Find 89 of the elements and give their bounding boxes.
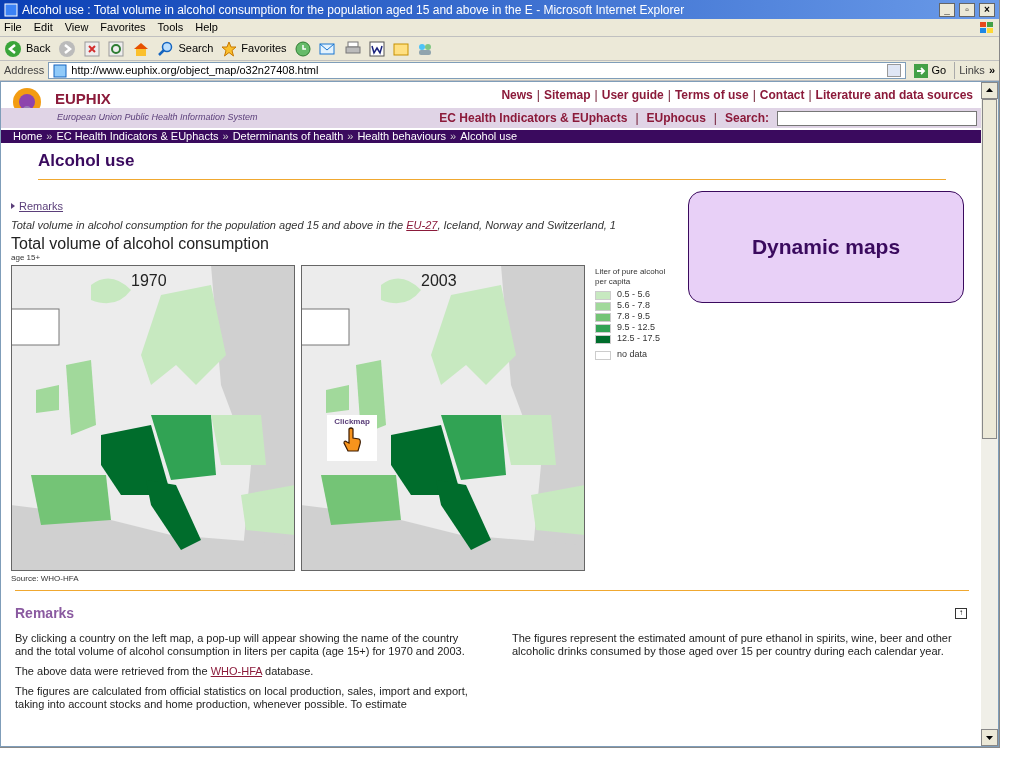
remarks-paragraph: The figures are calculated from official statistics on local production, sales, import and export, taking into account stocks and home production, whenever possible. To estimate [15, 684, 469, 711]
address-url: http://www.euphix.org/object_map/o32n27408.html [71, 63, 319, 79]
window-title: Alcohol use : Total volume in alcohol consumption for the population aged 15 and above in the E - Microsoft Internet Explorer [22, 1, 686, 19]
nav-link[interactable]: EC Health Indicators & EUphacts [439, 109, 628, 127]
print-icon[interactable] [344, 40, 361, 57]
separator: | [752, 87, 756, 104]
history-icon[interactable] [294, 40, 311, 57]
map-year: 1970 [131, 270, 167, 291]
clickmap-badge[interactable]: Clickmap [327, 414, 377, 461]
address-field[interactable]: http://www.euphix.org/object_map/o32n27408.html [48, 62, 906, 79]
header-link[interactable]: Literature and data sources [815, 86, 973, 104]
go-button[interactable]: Go [909, 62, 951, 79]
breadcrumb-separator: » [222, 131, 229, 142]
menu-item[interactable]: Edit [33, 19, 53, 36]
legend-label: 0.5 - 5.6 [617, 288, 651, 302]
legend-title: Liter of pure alcohol per capita [595, 266, 667, 287]
refresh-icon[interactable] [108, 40, 125, 57]
site-tagline: European Union Public Health Information System [57, 111, 258, 125]
search-field[interactable] [777, 110, 977, 126]
search-label: Search: [724, 110, 769, 127]
pointing-hand-icon [342, 426, 362, 453]
legend-label: 12.5 - 17.5 [617, 332, 661, 346]
header-link[interactable]: Contact [759, 86, 805, 104]
breadcrumb-link[interactable]: Alcohol use [460, 131, 518, 142]
breadcrumb-separator: » [450, 131, 457, 142]
scrollbar[interactable] [981, 82, 998, 746]
menu-item[interactable]: File [4, 19, 22, 36]
who-hfa-link[interactable]: WHO-HFA [210, 664, 262, 677]
back-button[interactable]: Back [4, 39, 51, 58]
window-control[interactable]: × [979, 2, 995, 17]
address-label: Address [4, 63, 45, 79]
stop-icon[interactable] [84, 40, 101, 57]
eu-27-link[interactable]: EU-27 [406, 219, 438, 231]
separator: | [634, 110, 640, 127]
site-name: EUPHIX [55, 91, 111, 108]
word-document-icon[interactable] [368, 40, 385, 57]
breadcrumb-link[interactable]: Determinants of health [232, 131, 344, 142]
separator: | [594, 87, 598, 104]
callout-text: Dynamic maps [751, 234, 901, 261]
legend-label: 9.5 - 12.5 [617, 321, 656, 335]
figure-subtitle: age 15+ [11, 252, 42, 262]
header-link[interactable]: News [501, 86, 533, 104]
header-link[interactable]: Terms of use [674, 86, 749, 104]
window-control[interactable]: _ [939, 2, 955, 17]
search-button[interactable]: Search [158, 40, 214, 57]
header-link[interactable]: Sitemap [543, 86, 591, 104]
menu-item[interactable]: Tools [157, 19, 184, 36]
separator: | [667, 87, 671, 104]
remarks-link[interactable]: Remarks [19, 197, 63, 214]
breadcrumb-link[interactable]: Health behaviours [357, 131, 447, 142]
remarks-paragraph: By clicking a country on the left map, a pop-up will appear showing the name of the country and the total volume of alcohol consumption in liters per capita (age 15+) for 1970 and 2003. [15, 631, 466, 658]
nav-link[interactable]: EUphocus [646, 109, 706, 127]
favorites-button[interactable]: Favorites [221, 40, 287, 57]
browser-icon [4, 2, 18, 17]
menu-item[interactable]: Help [195, 19, 218, 36]
source-note: Source: WHO-HFA [11, 572, 79, 585]
go-arrow-icon [913, 63, 928, 78]
breadcrumb-separator: » [46, 131, 53, 142]
page-icon [53, 63, 68, 78]
windows-flag-icon [979, 20, 995, 35]
intro-sentence: Total volume in alcohol consumption for the population aged 15 and above in the EU-27, Iceland, Norway and Switzerland, 1 [11, 218, 617, 233]
map-year: 2003 [421, 270, 457, 291]
legend-label: no data [617, 348, 648, 362]
breadcrumb-link[interactable]: Home [13, 131, 43, 142]
header-link[interactable]: User guide [601, 86, 664, 104]
legend-label: 7.8 - 9.5 [617, 310, 651, 324]
bullet-arrow-icon [11, 202, 15, 209]
star-icon [221, 40, 238, 57]
back-to-top-button[interactable]: ↑ [955, 607, 967, 619]
menu-item[interactable]: View [64, 19, 89, 36]
clickmap-label: Clickmap [334, 416, 370, 427]
breadcrumb-link[interactable]: EC Health Indicators & EUphacts [56, 131, 219, 142]
page-title: Alcohol use [38, 150, 136, 172]
more-chevron[interactable]: » [988, 62, 995, 79]
search-icon [158, 40, 175, 57]
separator: | [536, 87, 540, 104]
remarks-paragraph: The above data were retrieved from the WHO-HFA database. [15, 664, 315, 678]
remarks-heading: Remarks [15, 603, 75, 623]
figure-title: Total volume of alcohol consumption [11, 234, 269, 253]
menu-item[interactable]: Favorites [100, 19, 146, 36]
scroll-thumb[interactable] [982, 99, 997, 439]
separator: | [712, 110, 718, 127]
remarks-paragraph: The figures represent the estimated amount of pure ethanol in spirits, wine, beer and other alcoholic drinks consumed by those aged over 15 per country during each calendar year. [512, 631, 953, 658]
window-control[interactable]: ▫ [959, 2, 975, 17]
separator: | [808, 87, 812, 104]
legend-label: 5.6 - 7.8 [617, 299, 651, 313]
breadcrumb-separator: » [347, 131, 354, 142]
mail-icon[interactable] [318, 40, 337, 57]
links-label[interactable]: Links [954, 62, 985, 79]
